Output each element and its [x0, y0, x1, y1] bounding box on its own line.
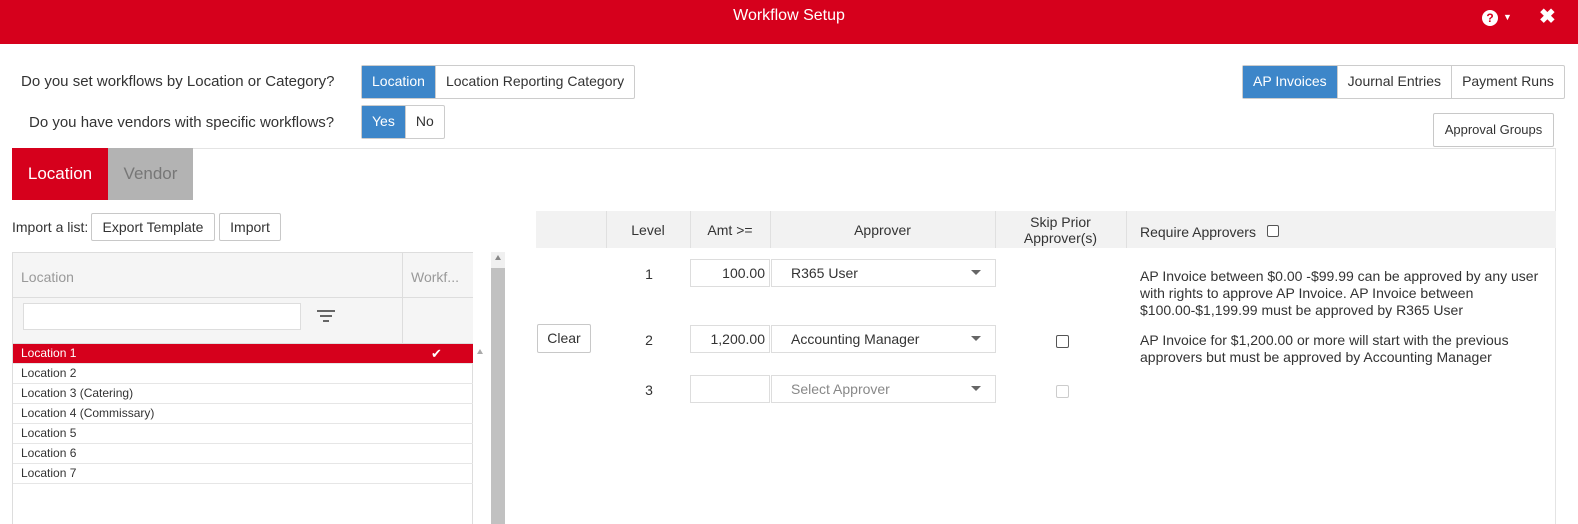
- tab-payment-runs[interactable]: Payment Runs: [1451, 66, 1564, 98]
- clear-button[interactable]: Clear: [537, 324, 591, 353]
- scroll-up-arrow-icon[interactable]: [495, 255, 501, 260]
- title-bar: Workflow Setup ? ▼ ✖: [0, 0, 1578, 44]
- table-row[interactable]: Location 5: [13, 424, 473, 444]
- level-description: AP Invoice between $0.00 -$99.99 can be …: [1140, 268, 1539, 318]
- grid-header: Location Workf...: [13, 252, 473, 345]
- require-approvers-checkbox[interactable]: [1267, 225, 1279, 237]
- approver-placeholder: Select Approver: [791, 381, 890, 397]
- filter-icon[interactable]: [317, 310, 335, 324]
- scrollbar-thumb[interactable]: [491, 268, 505, 524]
- export-template-button[interactable]: Export Template: [91, 213, 215, 241]
- table-row[interactable]: Location 2: [13, 364, 473, 384]
- workflow-by-toggle: Location Location Reporting Category: [361, 65, 636, 99]
- amount-input[interactable]: 100.00: [690, 259, 770, 287]
- vendor-specific-question: Do you have vendors with specific workfl…: [29, 114, 335, 131]
- help-dropdown-caret-icon[interactable]: ▼: [1503, 12, 1512, 22]
- approver-value: R365 User: [791, 265, 858, 281]
- option-location[interactable]: Location: [362, 66, 435, 98]
- table-row[interactable]: Location 3 (Catering): [13, 384, 473, 404]
- import-list-label: Import a list:: [12, 219, 89, 235]
- column-header-location[interactable]: Location: [21, 269, 74, 285]
- amount-input[interactable]: [690, 375, 770, 403]
- workflow-by-question: Do you set workflows by Location or Cate…: [21, 73, 335, 90]
- chevron-down-icon[interactable]: [971, 336, 981, 341]
- amount-input[interactable]: 1,200.00: [690, 325, 770, 353]
- workflow-levels-header: Level Amt >= Approver Skip Prior Approve…: [536, 211, 1556, 248]
- approval-groups-button[interactable]: Approval Groups: [1433, 113, 1554, 147]
- header-require-approvers: Require Approvers: [1140, 224, 1256, 240]
- window-title: Workflow Setup: [733, 7, 845, 24]
- location-name: Location 3 (Catering): [21, 386, 134, 400]
- skip-prior-approvers-checkbox: [1056, 385, 1069, 398]
- header-skip-prior-approvers: Skip Prior Approver(s): [1023, 214, 1098, 246]
- import-button[interactable]: Import: [219, 213, 281, 241]
- skip-prior-approvers-checkbox[interactable]: [1056, 335, 1069, 348]
- location-name: Location 4 (Commissary): [21, 406, 155, 420]
- option-yes[interactable]: Yes: [362, 106, 405, 138]
- column-header-workflow[interactable]: Workf...: [411, 269, 459, 285]
- table-row[interactable]: Location 6: [13, 444, 473, 464]
- grid-scroll-up-icon[interactable]: [477, 349, 483, 354]
- option-no[interactable]: No: [404, 106, 444, 138]
- approver-select[interactable]: Select Approver: [771, 375, 996, 403]
- level-number: 3: [645, 382, 653, 398]
- table-row[interactable]: Location 7: [13, 464, 473, 484]
- level-description: AP Invoice for $1,200.00 or more will st…: [1140, 332, 1509, 365]
- tab-location[interactable]: Location: [12, 148, 108, 200]
- location-grid: Location Workf... Location 1 ✔ Location …: [12, 252, 473, 524]
- header-approver: Approver: [854, 222, 911, 238]
- option-location-reporting-category[interactable]: Location Reporting Category: [434, 66, 634, 98]
- location-name: Location 2: [21, 366, 77, 380]
- document-type-toggle: AP Invoices Journal Entries Payment Runs: [1242, 65, 1565, 99]
- checkmark-icon: ✔: [431, 346, 442, 361]
- tab-journal-entries[interactable]: Journal Entries: [1336, 66, 1451, 98]
- approver-select[interactable]: R365 User: [771, 259, 996, 287]
- level-number: 1: [645, 266, 653, 282]
- tab-vendor[interactable]: Vendor: [108, 148, 193, 200]
- tab-ap-invoices[interactable]: AP Invoices: [1243, 66, 1337, 98]
- approver-select[interactable]: Accounting Manager: [771, 325, 996, 353]
- location-name: Location 1: [21, 346, 77, 360]
- close-icon[interactable]: ✖: [1539, 5, 1556, 29]
- location-name: Location 6: [21, 446, 77, 460]
- header-level: Level: [631, 222, 665, 238]
- table-row[interactable]: Location 1 ✔: [13, 344, 473, 364]
- location-name: Location 7: [21, 466, 77, 480]
- location-filter-input[interactable]: [23, 303, 301, 330]
- approver-value: Accounting Manager: [791, 331, 920, 347]
- header-amount: Amt >=: [707, 222, 753, 238]
- chevron-down-icon[interactable]: [971, 386, 981, 391]
- vendor-specific-toggle: Yes No: [361, 105, 445, 139]
- help-icon[interactable]: ?: [1482, 10, 1498, 26]
- table-row[interactable]: Location 4 (Commissary): [13, 404, 473, 424]
- level-number: 2: [645, 332, 653, 348]
- chevron-down-icon[interactable]: [971, 270, 981, 275]
- location-name: Location 5: [21, 426, 77, 440]
